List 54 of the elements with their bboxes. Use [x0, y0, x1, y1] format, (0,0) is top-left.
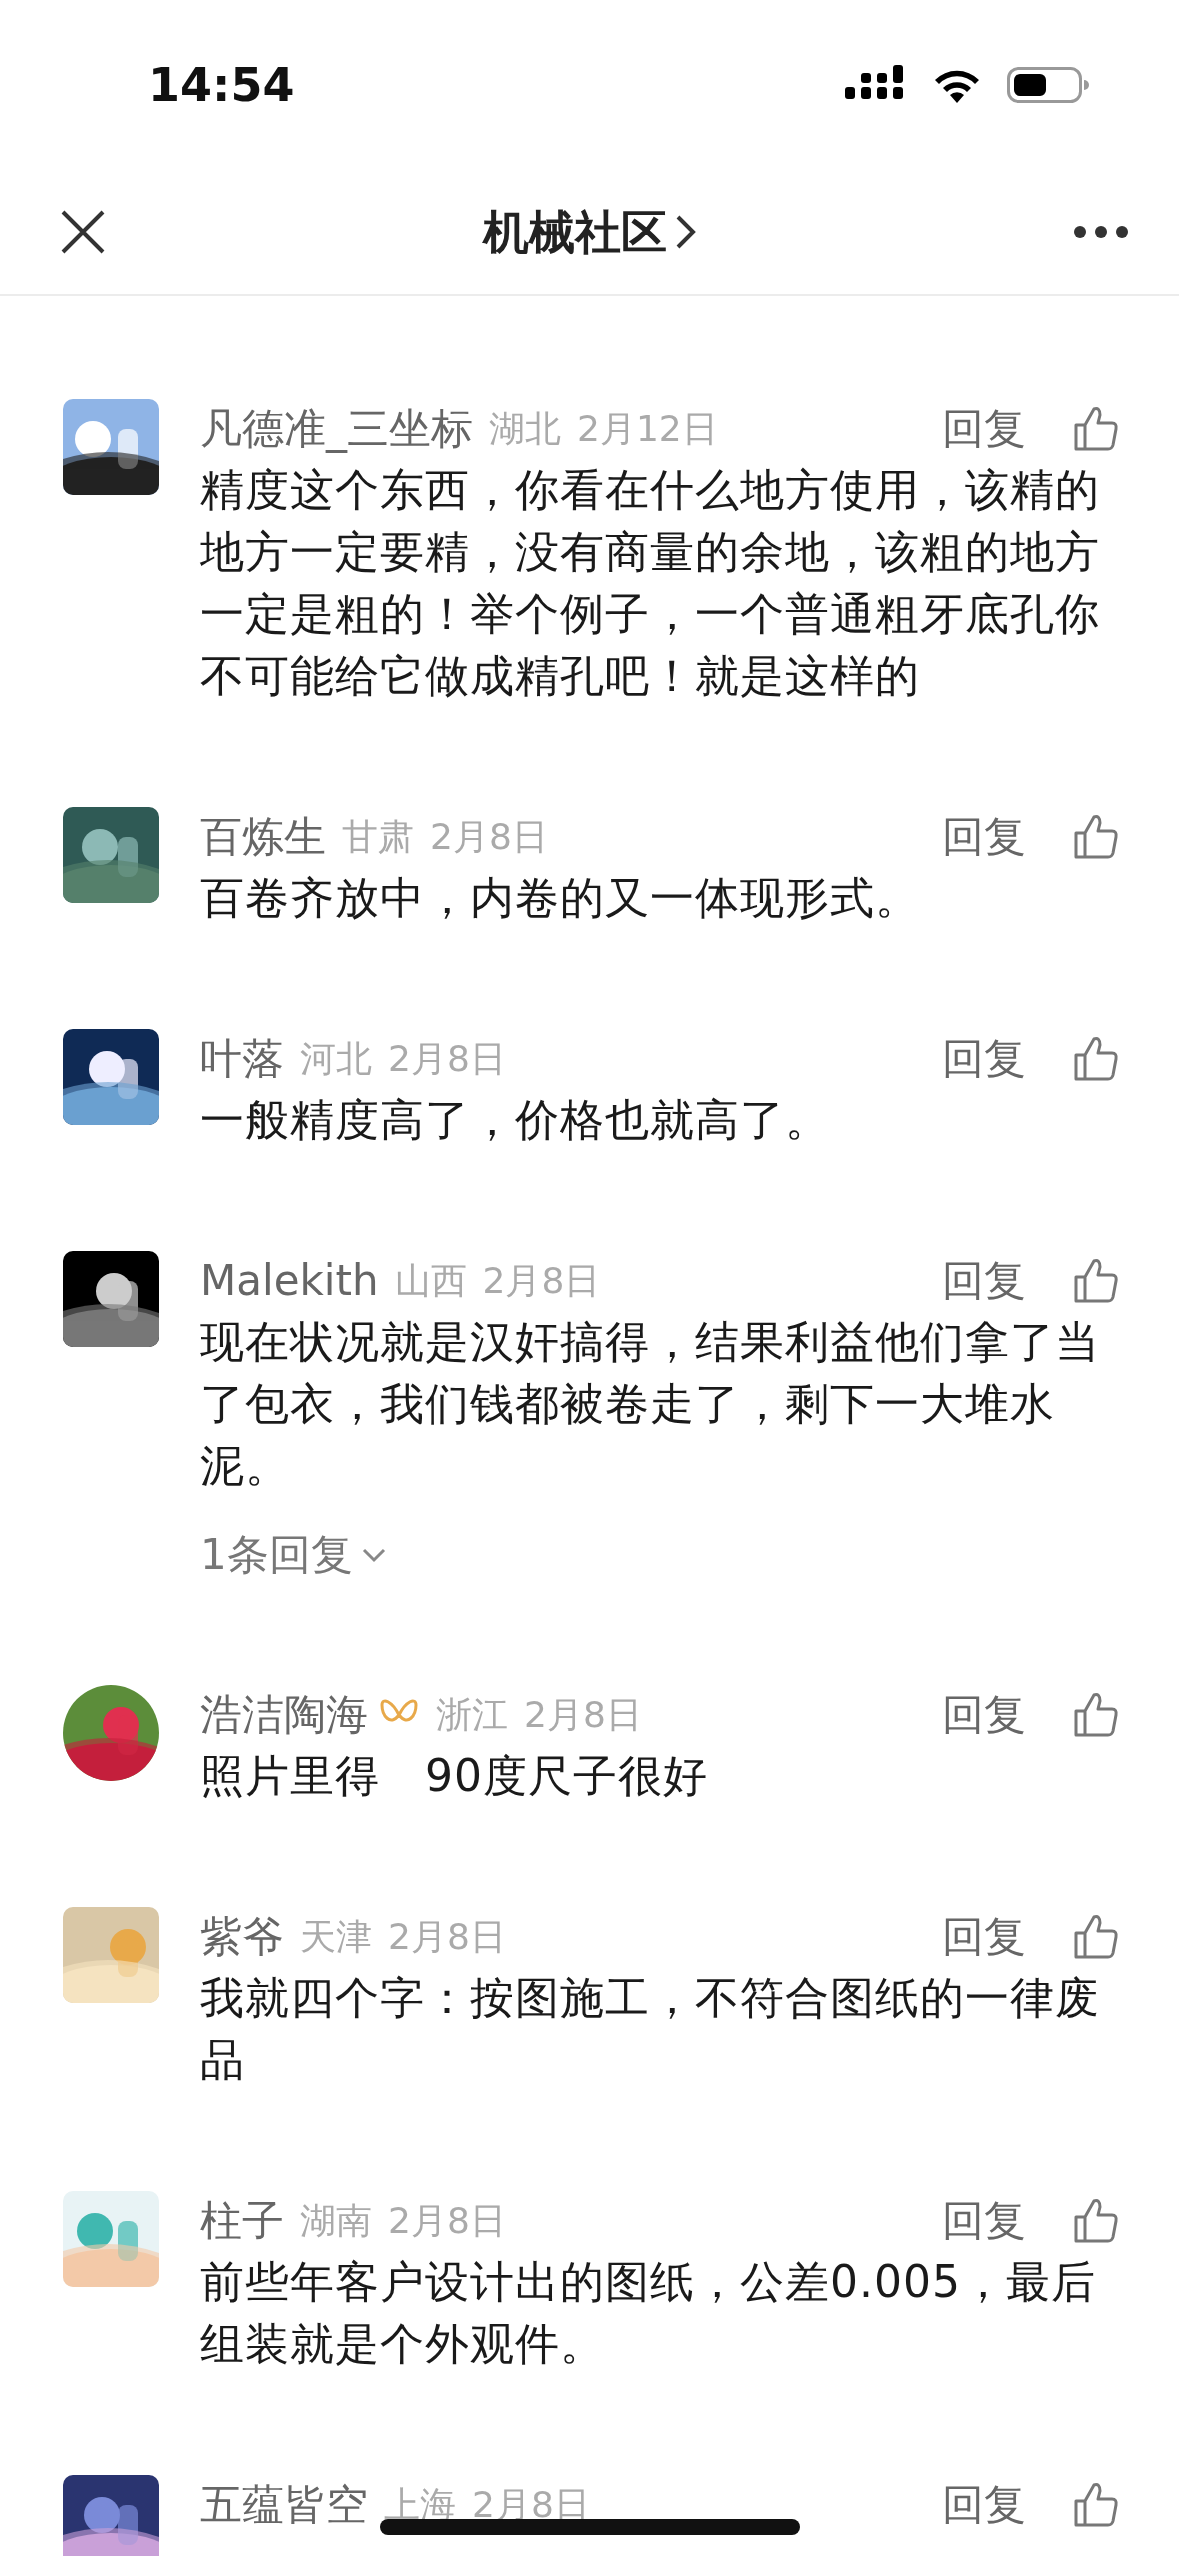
chevron-right-icon[interactable]	[674, 214, 697, 250]
reply-button[interactable]: 回复	[942, 807, 1026, 867]
community-title[interactable]: 机械社区	[482, 197, 667, 267]
thumbs-up-icon[interactable]	[1072, 2481, 1120, 2529]
location-text: 上海	[384, 2483, 456, 2527]
user-name[interactable]: 柱子	[200, 2191, 284, 2251]
comment-text: 百卷齐放中，内卷的又一体现形式。	[200, 871, 921, 925]
reply-button[interactable]: 回复	[942, 1251, 1026, 1311]
date-text: 2月8日	[388, 2199, 506, 2243]
thumbs-up-icon[interactable]	[1072, 2197, 1120, 2245]
comment-text: 我就四个字：按图施工，不符合图纸的一律废品	[200, 1971, 1101, 2087]
location-text: 湖北	[489, 407, 561, 451]
date-text: 2月8日	[482, 1259, 601, 1303]
date-text: 2月8日	[388, 1037, 506, 1081]
reply-button[interactable]: 回复	[942, 1685, 1026, 1745]
user-name[interactable]: 叶落	[200, 1029, 284, 1089]
comment-text: 一般精度高了，价格也就高了。	[200, 1093, 831, 1147]
date-text: 2月8日	[388, 1915, 506, 1959]
date-text: 2月8日	[524, 1693, 642, 1737]
thumbs-up-icon[interactable]	[1072, 1913, 1120, 1961]
thumbs-up-icon[interactable]	[1072, 405, 1120, 453]
location-text: 天津	[300, 1915, 372, 1959]
chevron-down-icon	[360, 1547, 387, 1563]
location-text: 山西	[394, 1259, 467, 1303]
thumbs-up-icon[interactable]	[1072, 1257, 1120, 1305]
user-name[interactable]: 五蕴皆空	[200, 2475, 368, 2535]
comment-text: 照片里得 90度尺子很好	[200, 1749, 709, 1803]
close-icon[interactable]	[60, 209, 106, 255]
comment-text: 现在状况就是汉奸搞得，结果利益他们拿了当了包衣，我们钱都被卷走了，剩下一大堆水泥。	[200, 1315, 1101, 1493]
reply-button[interactable]: 回复	[942, 1907, 1026, 1967]
reply-button[interactable]: 回复	[942, 399, 1026, 459]
thumbs-up-icon[interactable]	[1072, 1691, 1120, 1739]
user-name[interactable]: 凡德准_三坐标	[200, 399, 473, 459]
date-text: 2月12日	[577, 407, 718, 451]
more-icon[interactable]	[1073, 225, 1129, 239]
location-text: 浙江	[436, 1693, 508, 1737]
reply-button[interactable]: 回复	[942, 1029, 1026, 1089]
user-name[interactable]: Malekith	[200, 1251, 379, 1311]
clock-time: 14:54	[148, 56, 295, 114]
thumbs-up-icon[interactable]	[1072, 1035, 1120, 1083]
location-text: 甘肃	[342, 815, 414, 859]
location-text: 湖南	[300, 2199, 372, 2243]
user-name[interactable]: 百炼生	[200, 807, 326, 867]
location-text: 河北	[300, 1037, 372, 1081]
comment-text: 前些年客户设计出的图纸，公差0.005，最后组装就是个外观件。	[200, 2255, 1097, 2371]
user-name[interactable]: 浩洁陶海	[200, 1685, 368, 1745]
user-name[interactable]: 紫爷	[200, 1907, 284, 1967]
reply-button[interactable]: 回复	[942, 2191, 1026, 2251]
reply-button[interactable]: 回复	[942, 2475, 1026, 2535]
battery-icon	[1007, 65, 1089, 105]
replies-link[interactable]: 1条回复	[200, 1525, 387, 1585]
date-text: 2月8日	[430, 815, 548, 859]
thumbs-up-icon[interactable]	[1072, 813, 1120, 861]
comment-text: 精度这个东西，你看在什么地方使用，该精的地方一定要精，没有商量的余地，该粗的地方一定是粗的！举个例子，一个普通粗牙底孔你不可能给它做成精孔吧！就是这样的	[200, 463, 1101, 703]
